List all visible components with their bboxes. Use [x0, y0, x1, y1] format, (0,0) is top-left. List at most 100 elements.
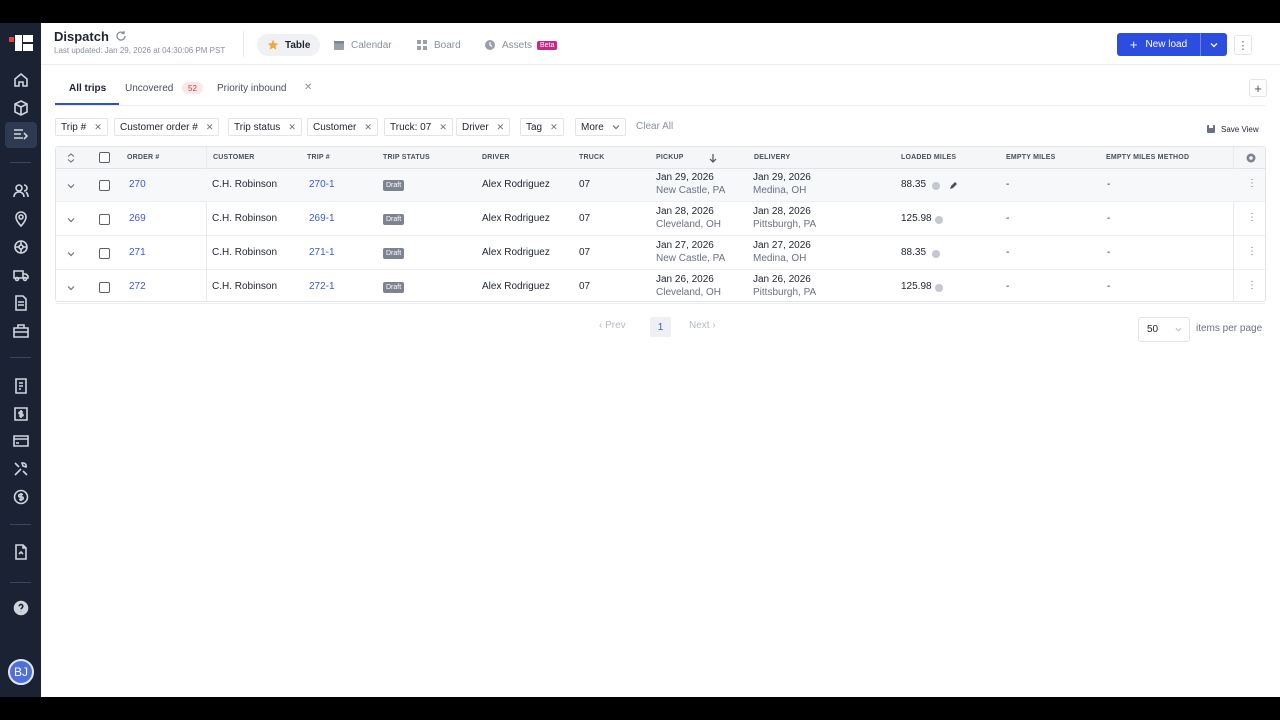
order-number-link[interactable]: 270 — [129, 179, 146, 190]
briefcase-icon[interactable] — [11, 321, 31, 341]
users-icon[interactable] — [11, 181, 31, 201]
more-options-button[interactable]: ⋮ — [1234, 35, 1252, 55]
help-icon[interactable] — [11, 598, 31, 618]
gear-icon[interactable] — [1245, 152, 1257, 164]
expand-row-icon[interactable] — [67, 182, 75, 190]
items-per-page-select[interactable]: 50 — [1138, 317, 1190, 342]
order-number-link[interactable]: 272 — [129, 281, 146, 292]
report-icon[interactable] — [11, 376, 31, 396]
info-icon[interactable] — [932, 182, 940, 190]
filter-chip-driver[interactable]: Driver ✕ — [456, 118, 511, 136]
filter-chip-truck[interactable]: Truck: 07 ✕ — [384, 118, 453, 136]
trip-number-link[interactable]: 269-1 — [309, 213, 335, 224]
prev-page-button[interactable]: ‹ Prev — [599, 320, 626, 331]
column-header-trip-status[interactable]: TRIP STATUS — [383, 154, 430, 161]
row-actions-kebab-icon[interactable]: ⋮ — [1247, 178, 1257, 189]
view-tab-board[interactable]: Board — [406, 34, 471, 56]
column-header-customer[interactable]: CUSTOMER — [213, 154, 255, 161]
document-icon[interactable] — [11, 293, 31, 313]
dispatch-icon[interactable] — [5, 122, 37, 148]
order-number-link[interactable]: 271 — [129, 247, 146, 258]
close-icon[interactable]: ✕ — [206, 122, 214, 133]
user-avatar[interactable]: BJ — [8, 659, 34, 685]
trip-number-link[interactable]: 271-1 — [309, 247, 335, 258]
order-number-link[interactable]: 269 — [129, 213, 146, 224]
filter-chip-customer[interactable]: Customer ✕ — [307, 118, 378, 136]
view-tab-calendar[interactable]: Calendar — [323, 34, 402, 56]
close-tab-icon[interactable]: ✕ — [304, 82, 312, 93]
expand-row-icon[interactable] — [67, 284, 75, 292]
add-tab-button[interactable]: + — [1249, 79, 1267, 97]
table-row[interactable]: 272 C.H. Robinson 272-1 Draft Alex Rodriguez… — [56, 271, 1265, 304]
clear-all-button[interactable]: Clear All — [636, 121, 673, 132]
filter-chip-trip-status[interactable]: Trip status ✕ — [228, 118, 302, 136]
column-header-order[interactable]: ORDER # — [127, 154, 160, 161]
tab-uncovered[interactable]: Uncovered — [125, 83, 173, 94]
card-icon[interactable] — [11, 431, 31, 451]
row-actions-kebab-icon[interactable]: ⋮ — [1247, 280, 1257, 291]
view-tab-table[interactable]: Table — [257, 34, 321, 56]
row-checkbox[interactable] — [99, 282, 110, 293]
info-icon[interactable] — [935, 216, 943, 224]
filter-label: Truck: 07 — [390, 121, 432, 133]
column-header-trip[interactable]: TRIP # — [307, 154, 330, 161]
save-view-button[interactable]: Save View — [1206, 124, 1259, 134]
trip-number-link[interactable]: 272-1 — [309, 281, 335, 292]
close-icon[interactable]: ✕ — [550, 122, 558, 133]
info-icon[interactable] — [935, 284, 943, 292]
filter-chip-customer-order[interactable]: Customer order # ✕ — [114, 118, 220, 136]
row-checkbox[interactable] — [99, 248, 110, 259]
expand-row-icon[interactable] — [67, 250, 75, 258]
close-icon[interactable]: ✕ — [439, 122, 447, 133]
row-actions-kebab-icon[interactable]: ⋮ — [1247, 212, 1257, 223]
table-row[interactable]: 269 C.H. Robinson 269-1 Draft Alex Rodriguez… — [56, 203, 1265, 236]
row-checkbox[interactable] — [99, 214, 110, 225]
trip-number-link[interactable]: 270-1 — [309, 179, 335, 190]
refresh-icon[interactable] — [115, 30, 127, 42]
row-checkbox[interactable] — [99, 180, 110, 191]
column-header-delivery[interactable]: DELIVERY — [754, 154, 790, 161]
customer-cell: C.H. Robinson — [212, 179, 278, 190]
truck-icon[interactable] — [11, 265, 31, 285]
delivery-location: Medina, OH — [753, 185, 807, 196]
tab-priority-inbound[interactable]: Priority inbound — [217, 83, 286, 94]
close-icon[interactable]: ✕ — [364, 122, 372, 133]
column-header-empty-miles-method[interactable]: EMPTY MILES METHOD — [1106, 154, 1189, 161]
tools-icon[interactable] — [11, 459, 31, 479]
tab-all-trips[interactable]: All trips — [69, 83, 106, 94]
column-header-driver[interactable]: DRIVER — [482, 154, 510, 161]
table-row[interactable]: 270 C.H. Robinson 270-1 Draft Alex Rodriguez… — [56, 169, 1265, 202]
close-icon[interactable]: ✕ — [497, 122, 505, 133]
location-icon[interactable] — [11, 209, 31, 229]
app-logo[interactable] — [9, 35, 33, 51]
next-page-button[interactable]: Next › — [689, 320, 716, 331]
table-row[interactable]: 271 C.H. Robinson 271-1 Draft Alex Rodriguez… — [56, 237, 1265, 270]
column-header-loaded-miles[interactable]: LOADED MILES — [901, 154, 956, 161]
delivery-location: Medina, OH — [753, 253, 807, 264]
column-header-truck[interactable]: TRUCK — [579, 154, 605, 161]
home-icon[interactable] — [11, 70, 31, 90]
more-filters-dropdown[interactable]: More — [575, 118, 626, 136]
column-header-pickup[interactable]: PICKUP — [656, 154, 684, 161]
info-icon[interactable] — [932, 250, 940, 258]
row-actions-kebab-icon[interactable]: ⋮ — [1247, 246, 1257, 257]
column-header-empty-miles[interactable]: EMPTY MILES — [1006, 154, 1056, 161]
file-icon[interactable] — [11, 542, 31, 562]
edit-pencil-icon[interactable] — [949, 181, 958, 190]
filter-chip-trip[interactable]: Trip # ✕ — [55, 118, 108, 136]
box-icon[interactable] — [11, 98, 31, 118]
sort-icon[interactable] — [67, 153, 75, 163]
wheel-icon[interactable] — [11, 237, 31, 257]
page-1-button[interactable]: 1 — [650, 317, 671, 337]
sort-descending-icon[interactable] — [709, 153, 717, 163]
close-icon[interactable]: ✕ — [94, 122, 102, 133]
filter-chip-tag[interactable]: Tag ✕ — [520, 118, 564, 136]
new-load-button[interactable]: + New load — [1117, 33, 1200, 56]
view-tab-assets[interactable]: Assets Beta — [474, 34, 567, 56]
billing-icon[interactable] — [11, 404, 31, 424]
close-icon[interactable]: ✕ — [288, 122, 296, 133]
select-all-checkbox[interactable] — [99, 152, 110, 163]
new-load-dropdown-button[interactable] — [1200, 33, 1227, 56]
dollar-icon[interactable] — [11, 487, 31, 507]
expand-row-icon[interactable] — [67, 216, 75, 224]
